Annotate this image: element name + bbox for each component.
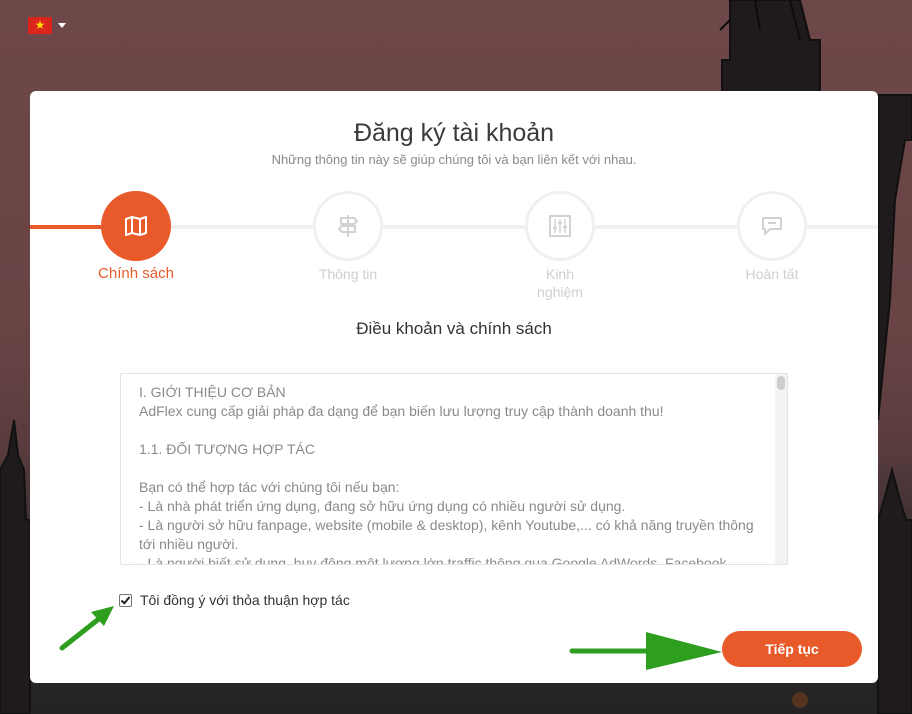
chat-icon xyxy=(762,217,782,235)
step-policy-label: Chính sách xyxy=(98,265,174,282)
agree-label[interactable]: Tôi đồng ý với thỏa thuận hợp tác xyxy=(140,592,350,608)
signpost-icon xyxy=(337,215,359,237)
terms-scrollbar[interactable] xyxy=(775,374,787,564)
map-icon xyxy=(125,216,147,236)
page-title: Đăng ký tài khoản xyxy=(353,119,555,147)
agree-checkbox[interactable] xyxy=(119,593,132,607)
step-experience[interactable] xyxy=(525,191,595,261)
section-heading: Điều khoản và chính sách xyxy=(356,319,552,338)
vietnam-flag-icon: ★ xyxy=(28,17,52,34)
step-info[interactable] xyxy=(313,191,383,261)
step-policy[interactable] xyxy=(101,191,171,261)
step-info-label: Thông tin xyxy=(318,266,378,282)
step-complete[interactable] xyxy=(737,191,807,261)
agreement-row[interactable]: Tôi đồng ý với thỏa thuận hợp tác xyxy=(119,592,350,608)
terms-box[interactable]: I. GIỚI THIỆU CƠ BẢN AdFlex cung cấp giả… xyxy=(120,373,788,565)
step-complete-label: Hoàn tất xyxy=(745,266,799,282)
language-selector[interactable]: ★ xyxy=(28,17,66,34)
continue-button[interactable]: Tiếp tục xyxy=(722,631,862,667)
step-experience-label: Kinh nghiệm xyxy=(537,266,583,300)
registration-card: Đăng ký tài khoản Những thông tin này sẽ… xyxy=(30,91,878,683)
terms-text: I. GIỚI THIỆU CƠ BẢN AdFlex cung cấp giả… xyxy=(139,384,754,565)
page-subtitle: Những thông tin này sẽ giúp chúng tôi và… xyxy=(271,152,637,167)
scrollbar-thumb[interactable] xyxy=(777,376,785,390)
chevron-down-icon xyxy=(58,23,66,28)
sliders-icon xyxy=(549,215,571,237)
